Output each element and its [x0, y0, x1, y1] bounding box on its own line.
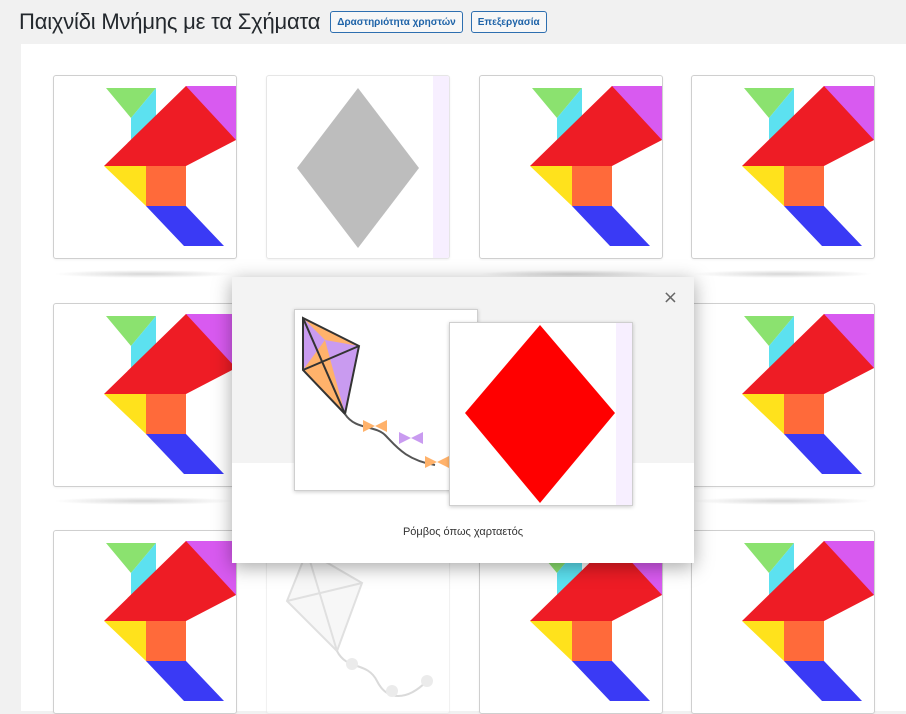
- card-shadow: [691, 270, 873, 278]
- tangram-bird-image: [54, 304, 236, 486]
- close-icon[interactable]: ×: [663, 287, 678, 308]
- memory-card[interactable]: [691, 75, 875, 259]
- memory-card[interactable]: [691, 303, 875, 487]
- red-rhombus-image: [465, 323, 632, 505]
- matched-card-rhombus: [449, 322, 633, 506]
- memory-card[interactable]: [53, 75, 237, 259]
- card-shadow: [53, 497, 235, 505]
- card-shadow: [691, 497, 873, 505]
- tangram-bird-image: [692, 304, 874, 486]
- tangram-bird-image: [480, 76, 662, 258]
- page-title: Παιχνίδι Μνήμης με τα Σχήματα: [19, 9, 321, 34]
- tangram-bird-image: [692, 531, 874, 713]
- match-caption: Ρόμβος όπως χαρταετός: [402, 526, 524, 538]
- memory-card[interactable]: [266, 75, 450, 259]
- tangram-bird-image: [54, 531, 236, 713]
- grey-rhombus-image: [297, 76, 449, 258]
- header: Παιχνίδι Μνήμης με τα Σχήματα Δραστηριότ…: [0, 0, 906, 44]
- tangram-bird-image: [692, 76, 874, 258]
- memory-card[interactable]: [53, 530, 237, 714]
- edit-button[interactable]: Επεξεργασία: [470, 11, 547, 33]
- memory-card[interactable]: [691, 530, 875, 714]
- tangram-bird-image: [54, 76, 236, 258]
- memory-card[interactable]: [479, 75, 663, 259]
- user-activity-button[interactable]: Δραστηριότητα χρηστών: [330, 11, 463, 33]
- match-dialog: × Ρόμβος όπως χαρταετός: [232, 277, 694, 563]
- card-shadow: [53, 270, 235, 278]
- memory-card[interactable]: [53, 303, 237, 487]
